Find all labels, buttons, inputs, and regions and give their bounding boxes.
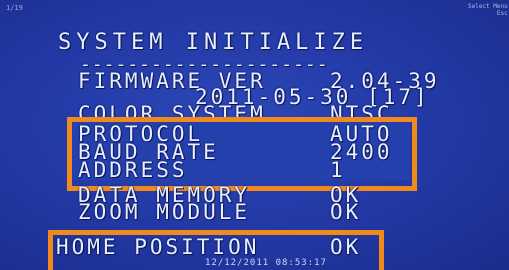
zoom-module-label: ZOOM MODULE bbox=[78, 200, 251, 224]
protocol-highlight-box bbox=[67, 117, 417, 191]
osd-corner-indicator: 1/19 bbox=[6, 4, 23, 12]
zoom-module-value: OK bbox=[330, 200, 362, 224]
camera-osd-screen: 1/19 Select Menu Esc SYSTEM INITIALIZE -… bbox=[0, 0, 509, 270]
osd-timestamp: 12/12/2011 08:53:17 bbox=[205, 258, 327, 268]
osd-title: SYSTEM INITIALIZE bbox=[58, 30, 369, 55]
osd-menu-hint: Select Menu Esc bbox=[468, 3, 508, 17]
